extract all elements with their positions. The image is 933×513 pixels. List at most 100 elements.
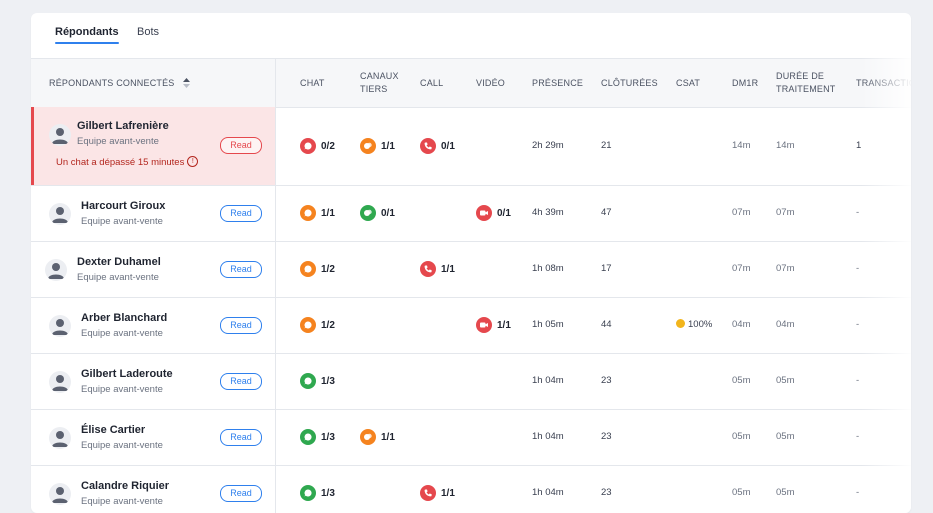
closed-value: 44: [601, 319, 612, 330]
chat-value: 1/1: [321, 207, 335, 219]
column-header-presence[interactable]: Présence: [532, 77, 583, 90]
smiley-icon: [676, 318, 685, 328]
trans-value: -: [856, 487, 860, 498]
duration-value: 14m: [776, 140, 795, 151]
responder-team: Equipe avant-vente: [81, 328, 163, 339]
video-camera-icon: [476, 205, 492, 221]
call-metric: 1/1: [420, 261, 455, 277]
column-header-transactions[interactable]: Transactio: [856, 77, 911, 90]
dm1r-value: 05m: [732, 431, 751, 442]
dm1r-value: 05m: [732, 487, 751, 498]
dm1r-value: 14m: [732, 140, 751, 151]
third-value: 1/1: [381, 140, 395, 152]
video-metric: 0/1: [476, 205, 511, 221]
read-button[interactable]: Read: [220, 429, 262, 446]
duration-value: 07m: [776, 263, 795, 274]
responder-team: Equipe avant-vente: [77, 272, 159, 283]
duration-value: 05m: [776, 375, 795, 386]
sort-icon[interactable]: [183, 77, 191, 88]
column-header-call[interactable]: Call: [420, 77, 443, 90]
trans-value: -: [856, 431, 860, 442]
call-value: 0/1: [441, 140, 455, 152]
call-value: 1/1: [441, 263, 455, 275]
video-value: 1/1: [497, 319, 511, 331]
third-value: 1/1: [381, 431, 395, 443]
responder-cell: Dexter Duhamel Equipe avant-vente Read: [31, 242, 275, 297]
responder-cell: Harcourt Giroux Equipe avant-vente Read: [31, 186, 275, 241]
column-header-csat[interactable]: CSAT: [676, 77, 700, 90]
read-button[interactable]: Read: [220, 373, 262, 390]
dm1r-value: 05m: [732, 375, 751, 386]
chat-bubble-icon: [300, 261, 316, 277]
user-avatar-icon: [49, 124, 71, 146]
chat-value: 1/3: [321, 431, 335, 443]
read-button[interactable]: Read: [220, 317, 262, 334]
responder-name: Calandre Riquier: [81, 480, 170, 492]
closed-value: 21: [601, 140, 612, 151]
column-header-video[interactable]: Vidéo: [476, 77, 505, 90]
chat-value: 1/2: [321, 263, 335, 275]
tab-responders[interactable]: Répondants: [55, 26, 119, 44]
tab-bots[interactable]: Bots: [137, 26, 159, 44]
chat-metric: 0/2: [300, 138, 335, 154]
column-header-chat[interactable]: Chat: [300, 77, 325, 90]
call-metric: 1/1: [420, 485, 455, 501]
responder-cell: Calandre Riquier Equipe avant-vente Read: [31, 466, 275, 513]
duration-value: 04m: [776, 319, 795, 330]
responder-name: Arber Blanchard: [81, 312, 168, 324]
video-value: 0/1: [497, 207, 511, 219]
chat-metric: 1/3: [300, 485, 335, 501]
closed-value: 23: [601, 487, 612, 498]
chat-metric: 1/3: [300, 429, 335, 445]
presence-value: 4h 39m: [532, 207, 564, 218]
duration-value: 07m: [776, 207, 795, 218]
trans-value: -: [856, 207, 860, 218]
read-button[interactable]: Read: [220, 261, 262, 278]
chat-metric: 1/3: [300, 373, 335, 389]
call-value: 1/1: [441, 487, 455, 499]
column-header-dm1r[interactable]: DM1R: [732, 77, 758, 90]
user-avatar-icon: [45, 259, 67, 281]
dm1r-value: 07m: [732, 207, 751, 218]
presence-value: 1h 04m: [532, 487, 564, 498]
third-party-channel-icon: [360, 205, 376, 221]
column-header-responders[interactable]: Répondants connectés: [49, 77, 191, 90]
phone-icon: [420, 261, 436, 277]
responder-team: Equipe avant-vente: [81, 496, 163, 507]
chat-bubble-icon: [300, 205, 316, 221]
third-metric: 1/1: [360, 138, 395, 154]
duration-value: 05m: [776, 431, 795, 442]
csat-value: 100%: [688, 319, 713, 330]
user-avatar-icon: [49, 427, 71, 449]
third-value: 0/1: [381, 207, 395, 219]
column-header-third-party[interactable]: Canaux tiers: [360, 70, 399, 96]
duration-value: 05m: [776, 487, 795, 498]
responder-team: Equipe avant-vente: [81, 384, 163, 395]
chat-value: 1/2: [321, 319, 335, 331]
table-header: Répondants connectés Chat Canaux tiers C…: [31, 58, 911, 108]
video-camera-icon: [476, 317, 492, 333]
dm1r-value: 04m: [732, 319, 751, 330]
read-button[interactable]: Read: [220, 485, 262, 502]
responder-cell: Gilbert Laderoute Equipe avant-vente Rea…: [31, 354, 275, 409]
chat-metric: 1/2: [300, 261, 335, 277]
responder-team: Equipe avant-vente: [81, 216, 163, 227]
column-header-responders-label: Répondants connectés: [49, 78, 175, 88]
responder-name: Dexter Duhamel: [77, 256, 161, 268]
presence-value: 1h 08m: [532, 263, 564, 274]
read-button[interactable]: Read: [220, 137, 262, 154]
chat-value: 1/3: [321, 375, 335, 387]
chat-bubble-icon: [300, 485, 316, 501]
user-avatar-icon: [49, 315, 71, 337]
column-header-duration[interactable]: Durée de traitement: [776, 70, 836, 96]
csat-metric: 100%: [676, 318, 713, 330]
responder-name: Harcourt Giroux: [81, 200, 166, 212]
chat-metric: 1/1: [300, 205, 335, 221]
trans-value: -: [856, 375, 860, 386]
trans-value: -: [856, 263, 860, 274]
user-avatar-icon: [49, 483, 71, 505]
read-button[interactable]: Read: [220, 205, 262, 222]
presence-value: 1h 04m: [532, 431, 564, 442]
third-party-channel-icon: [360, 429, 376, 445]
column-header-closed[interactable]: Clôturées: [601, 77, 658, 90]
